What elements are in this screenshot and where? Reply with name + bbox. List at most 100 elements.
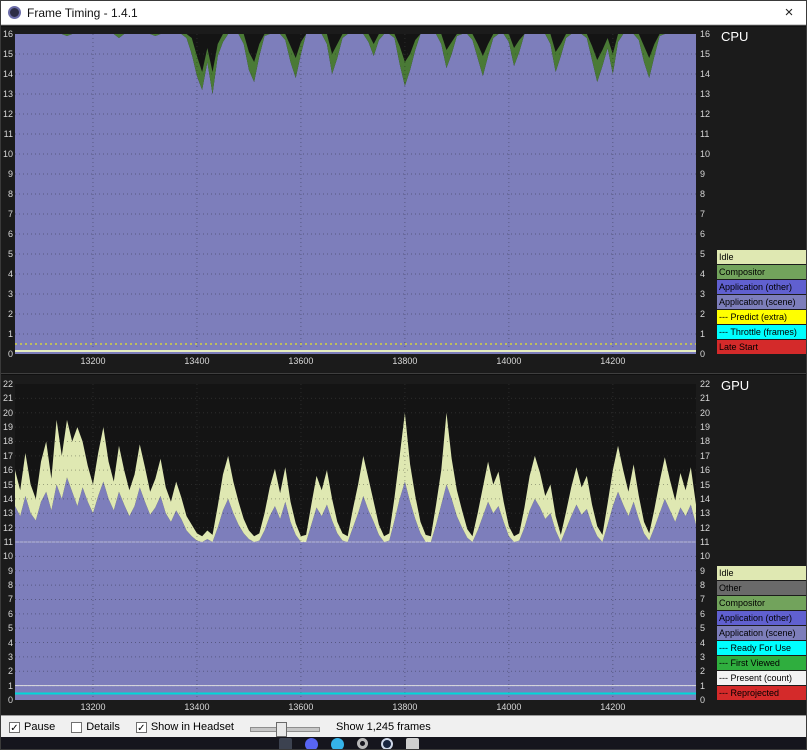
- frames-count-label: Show 1,245 frames: [336, 721, 431, 733]
- checkbox-box-icon: [71, 721, 83, 733]
- y-tick-label: 13: [700, 89, 711, 99]
- vr-headset-icon[interactable]: [406, 738, 419, 749]
- y-tick-label: 20: [2, 407, 13, 418]
- y-tick-label: 6: [700, 608, 706, 619]
- y-tick-label: 4: [7, 637, 13, 648]
- checkbox-box-icon: [9, 721, 20, 733]
- y-tick-label: 21: [700, 393, 711, 404]
- x-tick-label: 13600: [288, 702, 314, 712]
- y-tick-label: 2: [7, 666, 13, 677]
- y-tick-label: 14: [2, 493, 13, 504]
- y-tick-label: 9: [700, 169, 706, 179]
- y-tick-label: 15: [2, 49, 13, 59]
- y-tick-label: 4: [7, 269, 13, 279]
- legend-item-compositor: Compositor: [717, 596, 806, 610]
- legend-item-compositor: Compositor: [717, 265, 806, 279]
- y-tick-label: 1: [700, 680, 706, 691]
- x-tick-label: 13800: [392, 702, 418, 712]
- cpu-chart-plot[interactable]: [15, 34, 696, 354]
- browser-icon[interactable]: [331, 738, 344, 749]
- y-tick-label: 10: [2, 551, 13, 562]
- legend-item-present-count: --- Present (count): [717, 671, 806, 685]
- legend-item-application-other: Application (other): [717, 611, 806, 625]
- y-tick-label: 12: [700, 109, 711, 119]
- legend-item-application-other: Application (other): [717, 280, 806, 294]
- y-tick-label: 7: [7, 209, 13, 219]
- discord-icon[interactable]: [305, 738, 318, 749]
- cpu-y-axis-right: 0 1 2 3 4 5 6 7 8 9 10 11 12 13 14 15 16: [699, 29, 717, 359]
- y-tick-label: 1: [700, 329, 706, 339]
- y-tick-label: 6: [7, 608, 13, 619]
- x-tick-label: 13600: [288, 356, 314, 366]
- legend-item-ready-for-use: --- Ready For Use: [717, 641, 806, 655]
- y-tick-label: 11: [3, 129, 13, 139]
- show-in-headset-checkbox[interactable]: Show in Headset: [135, 721, 234, 733]
- y-tick-label: 13: [2, 89, 13, 99]
- gpu-y-axis-right: 0 1 2 3 4 5 6 7 8 9 10 11 12 13 14 15 16 17 18 19 20 21 22: [699, 379, 717, 705]
- y-tick-label: 22: [700, 379, 711, 389]
- pause-checkbox[interactable]: Pause: [9, 721, 55, 733]
- y-tick-label: 13: [700, 508, 711, 519]
- x-tick-label: 14200: [600, 702, 626, 712]
- y-tick-label: 13: [2, 508, 13, 519]
- x-tick-label: 13400: [184, 702, 210, 712]
- app-icon: [8, 6, 21, 19]
- y-tick-label: 1: [7, 680, 13, 691]
- x-tick-label: 14000: [496, 356, 522, 366]
- y-tick-label: 18: [700, 436, 711, 447]
- steam-icon[interactable]: [381, 738, 393, 749]
- y-tick-label: 2: [7, 309, 13, 319]
- details-checkbox[interactable]: Details: [71, 721, 120, 733]
- settings-gear-icon[interactable]: [357, 738, 368, 749]
- cpu-x-axis: 13200 13400 13600 13800 14000 14200: [15, 356, 696, 368]
- y-tick-label: 16: [2, 29, 13, 39]
- gpu-title: GPU: [721, 378, 750, 393]
- x-tick-label: 13200: [80, 702, 106, 712]
- y-tick-label: 14: [700, 69, 711, 79]
- y-tick-label: 5: [700, 249, 706, 259]
- y-tick-label: 19: [700, 422, 711, 433]
- y-tick-label: 20: [700, 407, 711, 418]
- slider-thumb[interactable]: [276, 722, 287, 737]
- y-tick-label: 15: [700, 479, 711, 490]
- legend-item-other: Other: [717, 581, 806, 595]
- frames-slider[interactable]: [250, 721, 320, 737]
- show-in-headset-label: Show in Headset: [150, 721, 234, 733]
- y-tick-label: 15: [2, 479, 13, 490]
- legend-item-idle: Idle: [717, 250, 806, 264]
- y-tick-label: 16: [700, 29, 711, 39]
- y-tick-label: 6: [7, 229, 13, 239]
- x-tick-label: 13400: [184, 356, 210, 366]
- y-tick-label: 3: [700, 651, 706, 662]
- y-tick-label: 17: [700, 450, 711, 461]
- taskbar[interactable]: [1, 737, 806, 749]
- legend-item-first-viewed: --- First Viewed: [717, 656, 806, 670]
- titlebar[interactable]: Frame Timing - 1.4.1 ×: [1, 1, 806, 25]
- x-tick-label: 13200: [80, 356, 106, 366]
- y-tick-label: 7: [7, 594, 13, 605]
- y-tick-label: 8: [700, 580, 706, 591]
- gpu-legend: Idle Other Compositor Application (other) Ap…: [717, 566, 806, 701]
- y-tick-label: 6: [700, 229, 706, 239]
- frame-timing-window: Frame Timing - 1.4.1 × 0 1 2 3 4 5 6 7 8 9 10 11 12 1…: [0, 0, 807, 750]
- y-tick-label: 5: [7, 249, 13, 259]
- y-tick-label: 14: [2, 69, 13, 79]
- x-tick-label: 13800: [392, 356, 418, 366]
- close-button[interactable]: ×: [772, 1, 806, 24]
- window-title: Frame Timing - 1.4.1: [27, 5, 138, 20]
- app-window-icon[interactable]: [279, 738, 292, 749]
- y-tick-label: 12: [2, 109, 13, 119]
- legend-item-late-start: Late Start: [717, 340, 806, 354]
- y-tick-label: 0: [700, 349, 706, 359]
- y-tick-label: 5: [700, 623, 706, 634]
- y-tick-label: 4: [700, 269, 706, 279]
- y-tick-label: 9: [7, 565, 13, 576]
- legend-item-predict-extra: --- Predict (extra): [717, 310, 806, 324]
- pause-label: Pause: [24, 721, 56, 733]
- y-tick-label: 11: [700, 537, 710, 547]
- y-tick-label: 8: [700, 189, 706, 199]
- y-tick-label: 4: [700, 637, 706, 648]
- gpu-chart-plot[interactable]: [15, 384, 696, 700]
- y-tick-label: 3: [700, 289, 706, 299]
- y-tick-label: 16: [700, 465, 711, 476]
